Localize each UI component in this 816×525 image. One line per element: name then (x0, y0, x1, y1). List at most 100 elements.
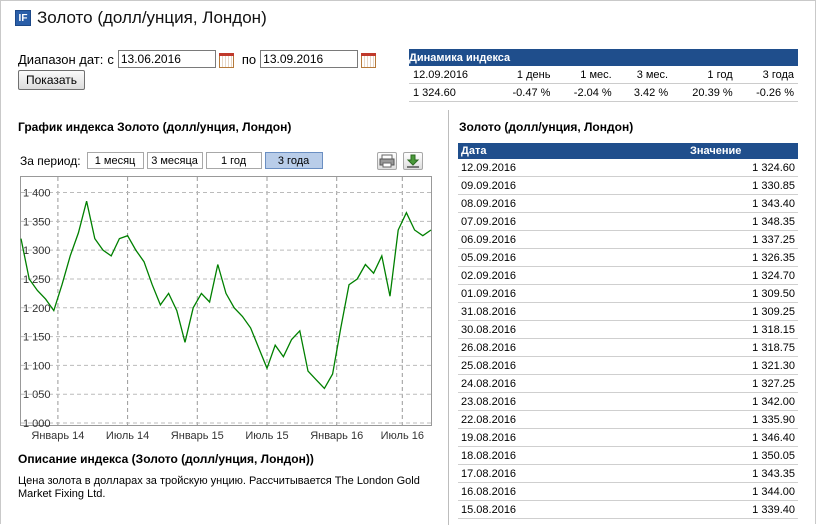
quote-date: 08.09.2016 (458, 194, 690, 213)
table-row: 08.09.2016 1 343.40 (458, 194, 798, 213)
quote-date: 30.08.2016 (458, 320, 690, 339)
quote-value: 1 321.30 (690, 356, 798, 375)
column-divider (448, 110, 449, 525)
quote-value: 1 339.40 (690, 500, 798, 519)
table-row: 19.08.2016 1 346.40 (458, 428, 798, 447)
quote-value: 1 309.25 (690, 302, 798, 321)
chart-section-title: График индекса Золото (долл/унция, Лондо… (18, 120, 292, 134)
dynamics-change: -2.04 % (554, 83, 616, 102)
dynamics-change: 20.39 % (672, 83, 737, 102)
quote-value: 1 326.35 (690, 248, 798, 267)
gold-index-line (20, 201, 432, 390)
quote-value: 1 343.40 (690, 194, 798, 213)
show-button[interactable]: Показать (18, 70, 86, 90)
date-to-label: по (241, 51, 257, 67)
table-row: 15.08.2016 1 339.40 (458, 500, 798, 519)
quote-date: 16.08.2016 (458, 482, 690, 501)
period-selector: За период: 1 месяц 3 месяца 1 год 3 года (20, 152, 323, 169)
quote-date: 12.09.2016 (458, 159, 690, 177)
quotes-title: Золото (долл/унция, Лондон) (459, 120, 634, 134)
quote-date: 31.08.2016 (458, 302, 690, 321)
table-row: 05.09.2016 1 326.35 (458, 248, 798, 267)
dynamics-change: 3.42 % (615, 83, 673, 102)
x-tick-label: Январь 16 (310, 430, 363, 442)
quote-date: 01.09.2016 (458, 284, 690, 303)
description-title: Описание индекса (Золото (долл/унция, Ло… (18, 452, 314, 466)
period-button-1y[interactable]: 1 год (205, 152, 262, 169)
y-tick-label: 1 300 (23, 245, 51, 257)
quote-value: 1 318.75 (690, 338, 798, 357)
date-range-row: Диапазон дат: с 13.06.2016 по 13.09.2016 (18, 50, 384, 68)
x-tick-label: Январь 14 (31, 430, 84, 442)
quote-date: 19.08.2016 (458, 428, 690, 447)
quote-date: 15.08.2016 (458, 500, 690, 519)
table-row: 26.08.2016 1 318.75 (458, 338, 798, 357)
table-row: 22.08.2016 1 335.90 (458, 410, 798, 429)
y-tick-label: 1 250 (23, 274, 51, 286)
index-dynamics-table: Динамика индекса 12.09.2016 1 день 1 мес… (409, 49, 798, 102)
quote-value: 1 327.25 (690, 374, 798, 393)
table-row: 24.08.2016 1 327.25 (458, 374, 798, 393)
quote-date: 17.08.2016 (458, 464, 690, 483)
quote-date: 05.09.2016 (458, 248, 690, 267)
quote-date: 02.09.2016 (458, 266, 690, 285)
quotes-header-value: Значение (690, 143, 798, 159)
table-row: 17.08.2016 1 343.35 (458, 464, 798, 483)
quotes-table: Дата Значение 12.09.2016 1 324.60 09.09.20… (458, 143, 798, 519)
y-tick-label: 1 100 (23, 360, 51, 372)
period-button-3m[interactable]: 3 месяца (146, 152, 203, 169)
table-row: 12.09.2016 1 324.60 (458, 159, 798, 177)
quote-date: 07.09.2016 (458, 212, 690, 231)
x-tick-label: Январь 15 (171, 430, 224, 442)
y-tick-label: 1 050 (23, 389, 51, 401)
date-to-input[interactable]: 13.09.2016 (260, 50, 359, 68)
quote-value: 1 346.40 (690, 428, 798, 447)
dynamics-title: Динамика индекса (409, 49, 798, 66)
table-row: 31.08.2016 1 309.25 (458, 302, 798, 321)
quote-value: 1 330.85 (690, 176, 798, 195)
dynamics-header: 1 день (493, 66, 555, 84)
table-row: 18.08.2016 1 350.05 (458, 446, 798, 465)
calendar-icon[interactable] (218, 52, 234, 68)
quote-value: 1 348.35 (690, 212, 798, 231)
table-row: 09.09.2016 1 330.85 (458, 176, 798, 195)
quote-date: 09.09.2016 (458, 176, 690, 195)
quote-value: 1 342.00 (690, 392, 798, 411)
quote-date: 18.08.2016 (458, 446, 690, 465)
y-tick-label: 1 400 (23, 188, 51, 200)
quote-date: 25.08.2016 (458, 356, 690, 375)
y-tick-label: 1 350 (23, 216, 51, 228)
calendar-icon[interactable] (360, 52, 377, 68)
download-icon[interactable] (403, 152, 423, 170)
quote-value: 1 335.90 (690, 410, 798, 429)
description-text: Цена золота в долларах за тройскую унцию… (18, 475, 420, 500)
quotes-header-date: Дата (458, 143, 690, 159)
table-row: 16.08.2016 1 344.00 (458, 482, 798, 501)
date-range-label: Диапазон дат: (18, 51, 104, 67)
period-button-1m[interactable]: 1 месяц (86, 152, 144, 169)
x-tick-label: Июль 16 (381, 430, 424, 442)
quote-date: 24.08.2016 (458, 374, 690, 393)
table-row: 06.09.2016 1 337.25 (458, 230, 798, 249)
x-tick-label: Июль 15 (245, 430, 288, 442)
quote-value: 1 343.35 (690, 464, 798, 483)
x-tick-label: Июль 14 (106, 430, 149, 442)
table-row: 01.09.2016 1 309.50 (458, 284, 798, 303)
index-chart: 1 400 1 350 1 300 1 250 1 200 1 150 1 100 1 050… (20, 176, 432, 442)
print-icon[interactable] (377, 152, 397, 170)
date-from-input[interactable]: 13.06.2016 (117, 50, 216, 68)
quote-value: 1 324.70 (690, 266, 798, 285)
dynamics-date: 12.09.2016 (409, 66, 494, 84)
table-row: 07.09.2016 1 348.35 (458, 212, 798, 231)
chart-svg: 1 400 1 350 1 300 1 250 1 200 1 150 1 100 1 050… (20, 177, 432, 442)
quote-value: 1 309.50 (690, 284, 798, 303)
dynamics-header: 1 мес. (554, 66, 616, 84)
quote-value: 1 318.15 (690, 320, 798, 339)
dynamics-change: -0.26 % (736, 83, 798, 102)
y-tick-label: 1 200 (23, 303, 51, 315)
y-tick-label: 1 000 (23, 418, 51, 430)
interfax-logo-icon: IF (15, 10, 31, 26)
period-button-3y[interactable]: 3 года (264, 152, 323, 169)
table-row: 25.08.2016 1 321.30 (458, 356, 798, 375)
quote-value: 1 344.00 (690, 482, 798, 501)
